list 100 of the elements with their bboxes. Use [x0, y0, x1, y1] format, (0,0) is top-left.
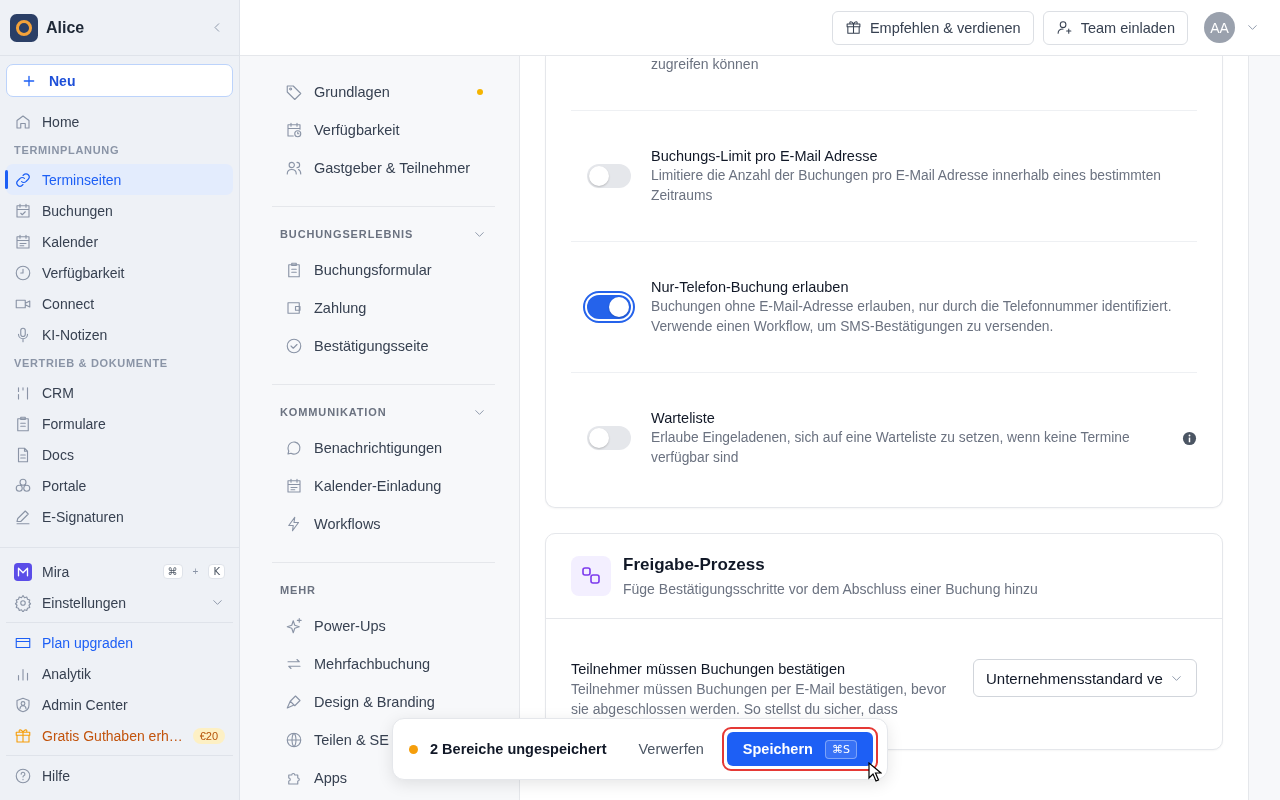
nav-label: Workflows — [314, 516, 382, 532]
nav-label: Bestätigungsseite — [314, 338, 430, 354]
nav-item[interactable]: Mehrfachbuchung — [272, 645, 495, 683]
nav-item[interactable]: Admin Center — [6, 689, 233, 720]
nav-label: Power-Ups — [314, 618, 387, 634]
nav-item[interactable]: Design & Branding — [272, 683, 495, 721]
group-label: KOMMUNIKATION — [280, 406, 387, 418]
status-dot — [409, 744, 418, 754]
setting-title: Nur-Telefon-Buchung erlauben — [651, 278, 850, 297]
nav-label: Design & Branding — [314, 694, 436, 710]
link-icon — [14, 170, 32, 189]
nav-label: Kalender-Einladung — [314, 478, 443, 494]
credit-badge: €20 — [192, 727, 225, 744]
calendar-icon — [14, 232, 32, 251]
pen-icon — [14, 507, 32, 526]
nav-item[interactable]: Gastgeber & Teilnehmer — [272, 149, 495, 187]
setting-title: Teilnehmer müssen Buchungen bestätigen — [571, 660, 847, 679]
nav-item[interactable]: Home — [6, 106, 233, 137]
nav-item[interactable]: Power-Ups — [272, 607, 495, 645]
section-label: TERMINPLANUNG — [13, 143, 121, 158]
nav-label: Verfügbarkeit — [314, 122, 401, 138]
setting-description: Erlaube Eingeladenen, sich auf eine Warteliste zu setzen, wenn keine Termine verfügbar sind — [651, 429, 1131, 467]
nav-item[interactable]: Kalender — [6, 226, 233, 257]
unsaved-message: 2 Bereiche ungespeichert — [430, 741, 607, 757]
key-joiner: + — [192, 566, 199, 577]
nav-item[interactable]: Verfügbarkeit — [6, 257, 233, 288]
calendar-icon — [285, 477, 303, 495]
nav-item[interactable]: KI-Notizen — [6, 319, 233, 350]
setting-title: Buchungs-Limit pro E-Mail Adresse — [651, 147, 879, 166]
gift-icon — [14, 726, 32, 745]
chat-bubble-icon — [285, 439, 303, 457]
card-title: Freigabe-Prozess — [623, 554, 766, 576]
nav-label: Teilen & SE — [314, 732, 390, 748]
setting-description: Buchungen ohne E-Mail-Adresse erlauben, nur durch die Telefonnummer identifiziert. Verwende einen Workflow, um SMS-Bestätigungen zu versenden. — [651, 298, 1173, 336]
nav-label: Zahlung — [314, 300, 368, 316]
setting-description: Teilnehmer müssen Buchungen per E-Mail bestätigen, bevor sie abgeschlossen werden. So stellst du sicher, dass — [571, 680, 948, 719]
wallet-icon — [285, 299, 303, 317]
sparkle-logo-icon — [14, 562, 32, 581]
nav-item[interactable]: Apps — [272, 759, 495, 797]
toggle-switch[interactable] — [587, 426, 631, 450]
new-button[interactable]: Neu — [6, 64, 233, 97]
nav-label: Mehrfachbuchung — [314, 656, 432, 672]
workspace-name: Alice — [46, 18, 86, 37]
setting-title: Warteliste — [651, 409, 716, 428]
gear-icon — [14, 593, 32, 612]
nav-label: Benachrichtigungen — [314, 440, 444, 456]
clipboard-icon — [14, 414, 32, 433]
nav-item[interactable]: Zahlung — [272, 289, 495, 327]
gift-icon — [844, 19, 862, 36]
nav-item[interactable]: CRM — [6, 377, 233, 408]
nav-item[interactable]: Formulare — [6, 408, 233, 439]
nav-item[interactable]: Buchungsformular — [272, 251, 495, 289]
help-item[interactable]: Hilfe — [6, 760, 233, 791]
header-button[interactable]: Team einladen — [1042, 10, 1188, 45]
discard-button[interactable]: Verwerfen — [638, 741, 704, 757]
nav-item[interactable]: Gratis Guthaben erh… €20 — [6, 720, 233, 751]
user-plus-icon — [1055, 19, 1073, 36]
card-subtitle: Füge Bestätigungsschritte vor dem Abschluss einer Buchung hinzu — [623, 580, 1038, 599]
assistant-item[interactable]: Mira ⌘ + K — [6, 556, 233, 587]
clipboard-icon — [285, 261, 303, 279]
nav-item[interactable]: Verfügbarkeit — [272, 111, 495, 149]
settings-label: Einstellungen — [42, 594, 128, 611]
settings-item[interactable]: Einstellungen — [6, 587, 233, 618]
nav-item[interactable]: Plan upgraden — [6, 627, 233, 658]
group-label: MEHR — [280, 584, 316, 596]
group-label: BUCHUNGSERLEBNIS — [280, 228, 414, 240]
header-button[interactable]: Empfehlen & verdienen — [831, 10, 1034, 45]
setting-description: zugreifen können — [651, 56, 759, 72]
globe-icon — [285, 731, 303, 749]
brush-icon — [285, 693, 303, 711]
key-cap: ⌘ — [162, 564, 183, 579]
nav-item[interactable]: Analytik — [6, 658, 233, 689]
approval-steps-icon — [571, 556, 611, 596]
nav-item[interactable]: Grundlagen — [272, 73, 495, 111]
key-cap: K — [208, 564, 225, 579]
nav-item[interactable]: Terminseiten — [6, 164, 233, 195]
info-icon[interactable] — [1182, 430, 1197, 446]
nav-item[interactable]: Buchungen — [6, 195, 233, 226]
nav-item[interactable]: Bestätigungsseite — [272, 327, 495, 365]
help-icon — [14, 766, 32, 785]
nav-label: Gastgeber & Teilnehmer — [314, 160, 472, 176]
tag-icon — [285, 83, 303, 101]
nav-item[interactable]: E-Signaturen — [6, 501, 233, 532]
nav-item[interactable]: Workflows — [272, 505, 495, 543]
nav-item[interactable]: Benachrichtigungen — [272, 429, 495, 467]
save-button[interactable]: Speichern ⌘S — [726, 732, 873, 766]
nav-label: Gratis Guthaben erh… — [42, 727, 183, 744]
setting-description: Limitiere die Anzahl der Buchungen pro E-Mail Adresse innerhalb eines bestimmten Zeitraums — [651, 167, 1162, 205]
nav-item[interactable]: Connect — [6, 288, 233, 319]
logo-icon — [10, 13, 38, 42]
section-label: VERTRIEB & DOKUMENTE — [13, 356, 169, 371]
nav-item[interactable]: Docs — [6, 439, 233, 470]
toggle-switch[interactable] — [587, 164, 631, 188]
nav-item[interactable]: Portale — [6, 470, 233, 501]
calendar-clock-icon — [285, 121, 303, 139]
nav-label: Apps — [314, 770, 349, 786]
dropdown[interactable]: Unternehmensstandard ve — [973, 659, 1197, 697]
nav-item[interactable]: Kalender-Einladung — [272, 467, 495, 505]
avatar: AA — [1204, 12, 1235, 43]
nav-label: Buchungsformular — [314, 262, 433, 278]
